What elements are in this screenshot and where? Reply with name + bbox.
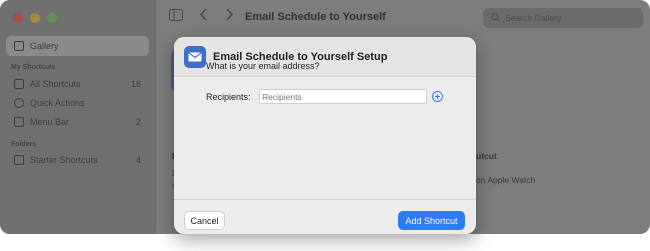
- sidebar-item-starter-shortcuts[interactable]: Starter Shortcuts 4: [6, 150, 149, 170]
- sidebar-item-gallery[interactable]: Gallery: [6, 36, 149, 56]
- sidebar-item-count: 16: [130, 79, 141, 89]
- folder-icon: [14, 155, 24, 165]
- gear-icon: [14, 98, 24, 108]
- dialog-header: Email Schedule to Yourself Setup: [174, 37, 476, 77]
- sidebar-item-label: Gallery: [30, 41, 59, 51]
- sidebar-toggle-icon[interactable]: [169, 9, 183, 24]
- sidebar-item-menu-bar[interactable]: Menu Bar 2: [6, 112, 149, 132]
- background-section-header: utcut: [476, 151, 497, 161]
- sidebar-section-my-shortcuts: My Shortcuts: [11, 64, 56, 71]
- mail-icon: [184, 46, 206, 68]
- background-text: on Apple Watch: [476, 175, 536, 185]
- sidebar-item-label: Menu Bar: [30, 117, 70, 127]
- sidebar-item-label: Starter Shortcuts: [30, 155, 98, 165]
- menu-bar-icon: [14, 117, 24, 127]
- search-placeholder: Search Gallery: [505, 13, 562, 23]
- add-circle-icon[interactable]: [432, 91, 443, 102]
- sidebar-item-count: 2: [135, 117, 141, 127]
- grid-icon: [14, 79, 24, 89]
- recipients-input[interactable]: [259, 89, 427, 104]
- zoom-window-button[interactable]: [47, 13, 57, 23]
- window-title: Email Schedule to Yourself: [245, 11, 386, 23]
- window-controls: [13, 13, 57, 23]
- gallery-icon: [14, 41, 24, 51]
- sidebar-item-label: All Shortcuts: [30, 79, 81, 89]
- cancel-button[interactable]: Cancel: [184, 211, 225, 230]
- recipients-label: Recipients:: [206, 92, 251, 102]
- add-shortcut-button[interactable]: Add Shortcut: [398, 211, 465, 230]
- sidebar-item-quick-actions[interactable]: Quick Actions: [6, 93, 149, 113]
- close-window-button[interactable]: [13, 13, 23, 23]
- search-icon: [491, 12, 500, 24]
- sidebar-section-folders: Folders: [11, 141, 37, 148]
- search-field[interactable]: Search Gallery: [483, 8, 643, 28]
- sidebar: Gallery My Shortcuts All Shortcuts 16 Qu…: [0, 0, 156, 234]
- email-question: What is your email address?: [206, 61, 320, 71]
- sidebar-item-label: Quick Actions: [30, 98, 85, 108]
- sidebar-item-all-shortcuts[interactable]: All Shortcuts 16: [6, 74, 149, 94]
- forward-chevron-icon[interactable]: [225, 8, 234, 24]
- setup-dialog: Email Schedule to Yourself Setup What is…: [174, 37, 476, 234]
- back-chevron-icon[interactable]: [199, 8, 208, 24]
- minimize-window-button[interactable]: [30, 13, 40, 23]
- sidebar-item-count: 4: [135, 155, 141, 165]
